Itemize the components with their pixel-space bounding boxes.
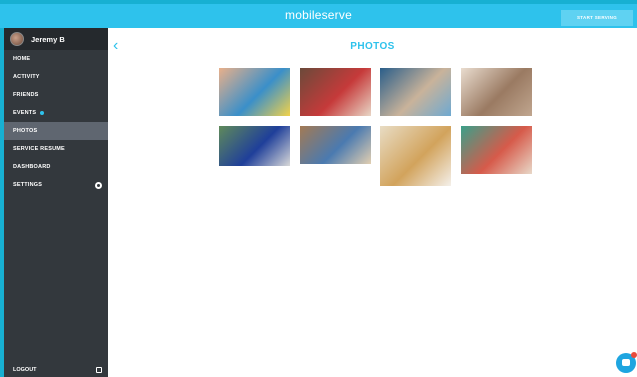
photo-thumbnail[interactable] — [219, 126, 290, 166]
avatar — [10, 32, 24, 46]
logout-button[interactable]: LOGOUT — [4, 363, 108, 377]
start-serving-button[interactable]: START SERVING — [561, 10, 633, 26]
user-name: Jeremy B — [31, 34, 65, 44]
sidebar-item-dashboard[interactable]: DASHBOARD — [4, 158, 108, 176]
sidebar-item-photos[interactable]: PHOTOS — [4, 122, 108, 140]
photo-thumbnail[interactable] — [380, 68, 451, 116]
sidebar-item-settings[interactable]: SETTINGS — [4, 176, 108, 194]
sidebar-item-label: PHOTOS — [13, 128, 38, 134]
photo-thumbnail[interactable] — [380, 126, 451, 186]
sidebar-item-label: HOME — [13, 56, 31, 62]
sidebar-item-label: EVENTS — [13, 110, 37, 116]
photo-thumbnail[interactable] — [300, 126, 371, 164]
sidebar-item-service-resume[interactable]: SERVICE RESUME — [4, 140, 108, 158]
sidebar-item-label: SERVICE RESUME — [13, 146, 65, 152]
gear-icon[interactable] — [95, 182, 102, 189]
photo-thumbnail[interactable] — [461, 68, 532, 116]
logout-label: LOGOUT — [13, 367, 37, 373]
chat-icon — [622, 359, 630, 366]
notification-dot-icon — [40, 111, 45, 115]
logout-icon — [96, 367, 102, 373]
sidebar-item-friends[interactable]: FRIENDS — [4, 86, 108, 104]
brand-logo: mobileserve — [285, 8, 352, 22]
sidebar-item-label: ACTIVITY — [13, 74, 40, 80]
user-profile[interactable]: Jeremy B — [4, 28, 108, 50]
sidebar-item-events[interactable]: EVENTS — [4, 104, 108, 122]
top-bar: mobileserve START SERVING — [0, 0, 637, 28]
sidebar-item-label: FRIENDS — [13, 92, 39, 98]
photo-thumbnail[interactable] — [461, 126, 532, 174]
sidebar: Jeremy B HOME ACTIVITY FRIENDS EVENTS PH… — [4, 28, 108, 377]
sidebar-item-activity[interactable]: ACTIVITY — [4, 68, 108, 86]
sidebar-item-label: SETTINGS — [13, 182, 43, 188]
sidebar-item-home[interactable]: HOME — [4, 50, 108, 68]
photo-thumbnail[interactable] — [219, 68, 290, 116]
photo-thumbnail[interactable] — [300, 68, 371, 116]
chat-button[interactable] — [616, 352, 637, 373]
page-title: PHOTOS — [350, 41, 395, 52]
sidebar-item-label: DASHBOARD — [13, 164, 51, 170]
notification-badge — [631, 352, 637, 358]
